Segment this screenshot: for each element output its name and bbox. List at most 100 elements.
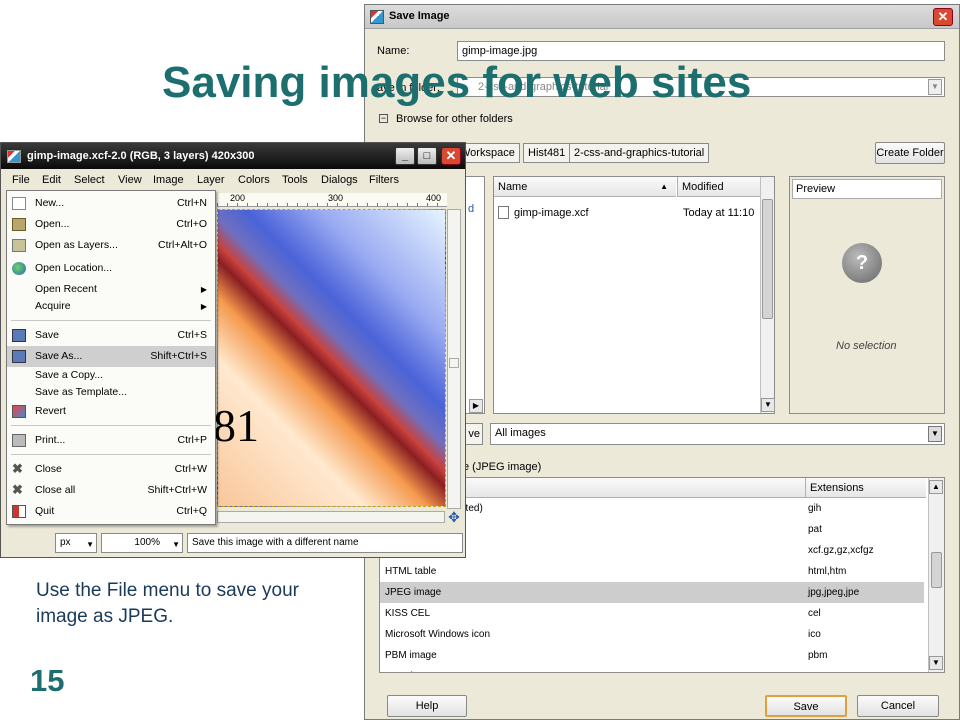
menu-separator xyxy=(11,425,211,426)
chevron-down-icon[interactable]: ▼ xyxy=(86,536,94,554)
file-type-row[interactable]: PBM image pbm xyxy=(380,645,924,666)
save-as-icon xyxy=(12,350,26,363)
menu-item-label: Save As... xyxy=(35,350,83,362)
help-button[interactable]: Help xyxy=(387,695,467,717)
file-menu-dropdown: New... Ctrl+N Open... Ctrl+O Open as Lay… xyxy=(6,190,216,525)
name-label: Name: xyxy=(377,45,410,57)
menu-item-shortcut: Ctrl+Alt+O xyxy=(157,239,207,251)
scroll-thumb[interactable] xyxy=(449,358,459,368)
canvas-horizontal-scrollbar[interactable] xyxy=(217,511,445,523)
menu-select[interactable]: Select xyxy=(74,174,105,186)
menu-colors[interactable]: Colors xyxy=(238,174,270,186)
file-list-scrollbar[interactable]: ▼ xyxy=(760,177,775,413)
menu-item-save-as[interactable]: Save As... Shift+Ctrl+S xyxy=(7,346,215,367)
menu-file[interactable]: File xyxy=(12,174,30,186)
gimp-titlebar[interactable]: gimp-image.xcf-2.0 (RGB, 3 layers) 420x3… xyxy=(1,143,465,169)
create-folder-button[interactable]: Create Folder xyxy=(875,142,945,164)
file-name: gimp-image.xcf xyxy=(514,207,589,219)
slide-title: Saving images for web sites xyxy=(162,58,752,107)
file-icon xyxy=(498,206,509,219)
collapse-icon[interactable]: − xyxy=(379,114,388,123)
filter-value: All images xyxy=(495,427,546,439)
menu-item-quit[interactable]: Quit Ctrl+Q xyxy=(7,501,215,522)
column-header-name[interactable]: Name ▲ xyxy=(494,177,676,197)
path-button-tutorial[interactable]: 2-css-and-graphics-tutorial xyxy=(569,143,710,163)
file-type-extensions: gih xyxy=(808,503,822,514)
menu-separator xyxy=(11,320,211,321)
menu-tools[interactable]: Tools xyxy=(282,174,308,186)
cancel-button[interactable]: Cancel xyxy=(857,695,939,717)
scroll-down-icon[interactable]: ▼ xyxy=(929,656,943,670)
menu-filters[interactable]: Filters xyxy=(369,174,399,186)
file-type-row[interactable]: KISS CEL cel xyxy=(380,603,924,624)
file-type-name: PBM image xyxy=(385,650,437,661)
menu-image[interactable]: Image xyxy=(153,174,184,186)
menu-item-open-as-layers[interactable]: Open as Layers... Ctrl+Alt+O xyxy=(7,235,215,256)
places-scroll-right-icon[interactable]: ▶ xyxy=(469,399,483,413)
menu-item-open[interactable]: Open... Ctrl+O xyxy=(7,214,215,235)
menu-item-shortcut: Ctrl+S xyxy=(177,329,207,341)
file-type-extensions: ico xyxy=(808,629,821,640)
menu-item-save[interactable]: Save Ctrl+S xyxy=(7,325,215,346)
chevron-down-icon[interactable]: ▼ xyxy=(172,536,180,554)
sort-ascending-icon: ▲ xyxy=(660,182,668,191)
gimp-app-icon xyxy=(370,10,384,24)
scroll-down-icon[interactable]: ▼ xyxy=(761,398,775,412)
menu-dialogs[interactable]: Dialogs xyxy=(321,174,358,186)
minimize-icon[interactable]: _ xyxy=(395,147,415,165)
menu-item-close[interactable]: ✖ Close Ctrl+W xyxy=(7,459,215,480)
scroll-thumb[interactable] xyxy=(762,199,773,319)
ruler-tick-label: 300 xyxy=(327,193,345,203)
preview-panel: Preview ? No selection xyxy=(789,176,945,414)
menu-item-save-as-template[interactable]: Save as Template... xyxy=(7,382,215,403)
file-row[interactable]: gimp-image.xcf Today at 11:10 xyxy=(494,203,760,223)
chevron-down-icon[interactable]: ▼ xyxy=(928,79,942,95)
menu-item-open-location[interactable]: Open Location... xyxy=(7,258,215,279)
menu-edit[interactable]: Edit xyxy=(42,174,61,186)
canvas-vertical-scrollbar[interactable] xyxy=(447,209,461,509)
menu-item-label: Close xyxy=(35,463,62,475)
file-type-row[interactable]: Microsoft Windows icon ico xyxy=(380,624,924,645)
menu-item-shortcut: Ctrl+N xyxy=(176,197,207,209)
image-canvas[interactable] xyxy=(217,209,446,507)
menu-item-close-all[interactable]: ✖ Close all Shift+Ctrl+W xyxy=(7,480,215,501)
save-dialog-titlebar[interactable]: Save Image ✕ xyxy=(365,5,959,29)
save-dialog-title: Save Image xyxy=(389,10,450,22)
menu-layer[interactable]: Layer xyxy=(197,174,225,186)
file-type-row[interactable]: JPEG image jpg,jpeg,jpe xyxy=(380,582,924,603)
menu-separator xyxy=(11,454,211,455)
menu-item-label: Save xyxy=(35,329,59,341)
menu-item-acquire[interactable]: Acquire ▶ xyxy=(7,296,215,317)
dialog-close-button[interactable]: ✕ xyxy=(933,8,953,26)
file-type-row[interactable]: PGM image pgm xyxy=(380,666,924,672)
path-button-hist481[interactable]: Hist481 xyxy=(523,143,571,163)
menu-item-new[interactable]: New... Ctrl+N xyxy=(7,193,215,214)
file-type-extensions: jpg,jpeg,jpe xyxy=(808,587,860,598)
scroll-thumb[interactable] xyxy=(931,552,942,588)
maximize-icon[interactable]: □ xyxy=(417,147,437,165)
chevron-down-icon[interactable]: ▼ xyxy=(928,426,942,442)
file-filter-select[interactable]: All images ▼ xyxy=(490,423,945,445)
remove-bookmark-button[interactable]: ve xyxy=(463,423,483,445)
file-type-row[interactable]: HTML table html,htm xyxy=(380,561,924,582)
file-type-scrollbar[interactable]: ▲ ▼ xyxy=(928,478,944,672)
scroll-up-icon[interactable]: ▲ xyxy=(929,480,943,494)
unit-select[interactable]: px ▼ xyxy=(55,533,97,553)
gimp-window-title: gimp-image.xcf-2.0 (RGB, 3 layers) 420x3… xyxy=(27,150,255,162)
navigate-icon[interactable]: ✥ xyxy=(447,510,461,525)
save-button[interactable]: Save xyxy=(765,695,847,717)
column-header-modified[interactable]: Modified xyxy=(677,177,762,197)
file-type-name: HTML table xyxy=(385,566,437,577)
places-item-partial[interactable]: d xyxy=(468,203,474,215)
horizontal-ruler[interactable]: 200 300 400 xyxy=(217,193,447,207)
menu-item-print[interactable]: Print... Ctrl+P xyxy=(7,430,215,451)
window-close-button[interactable]: ✕ xyxy=(441,147,461,165)
browse-other-folders[interactable]: Browse for other folders xyxy=(396,113,513,125)
gimp-statusbar: px ▼ 100% ▼ Save this image with a diffe… xyxy=(1,531,465,557)
gimp-app-icon xyxy=(7,150,21,163)
zoom-select[interactable]: 100% ▼ xyxy=(101,533,183,553)
menu-item-label: Open... xyxy=(35,218,70,230)
menu-view[interactable]: View xyxy=(118,174,142,186)
menu-item-revert[interactable]: Revert xyxy=(7,401,215,422)
menu-item-shortcut: Ctrl+Q xyxy=(176,505,207,517)
